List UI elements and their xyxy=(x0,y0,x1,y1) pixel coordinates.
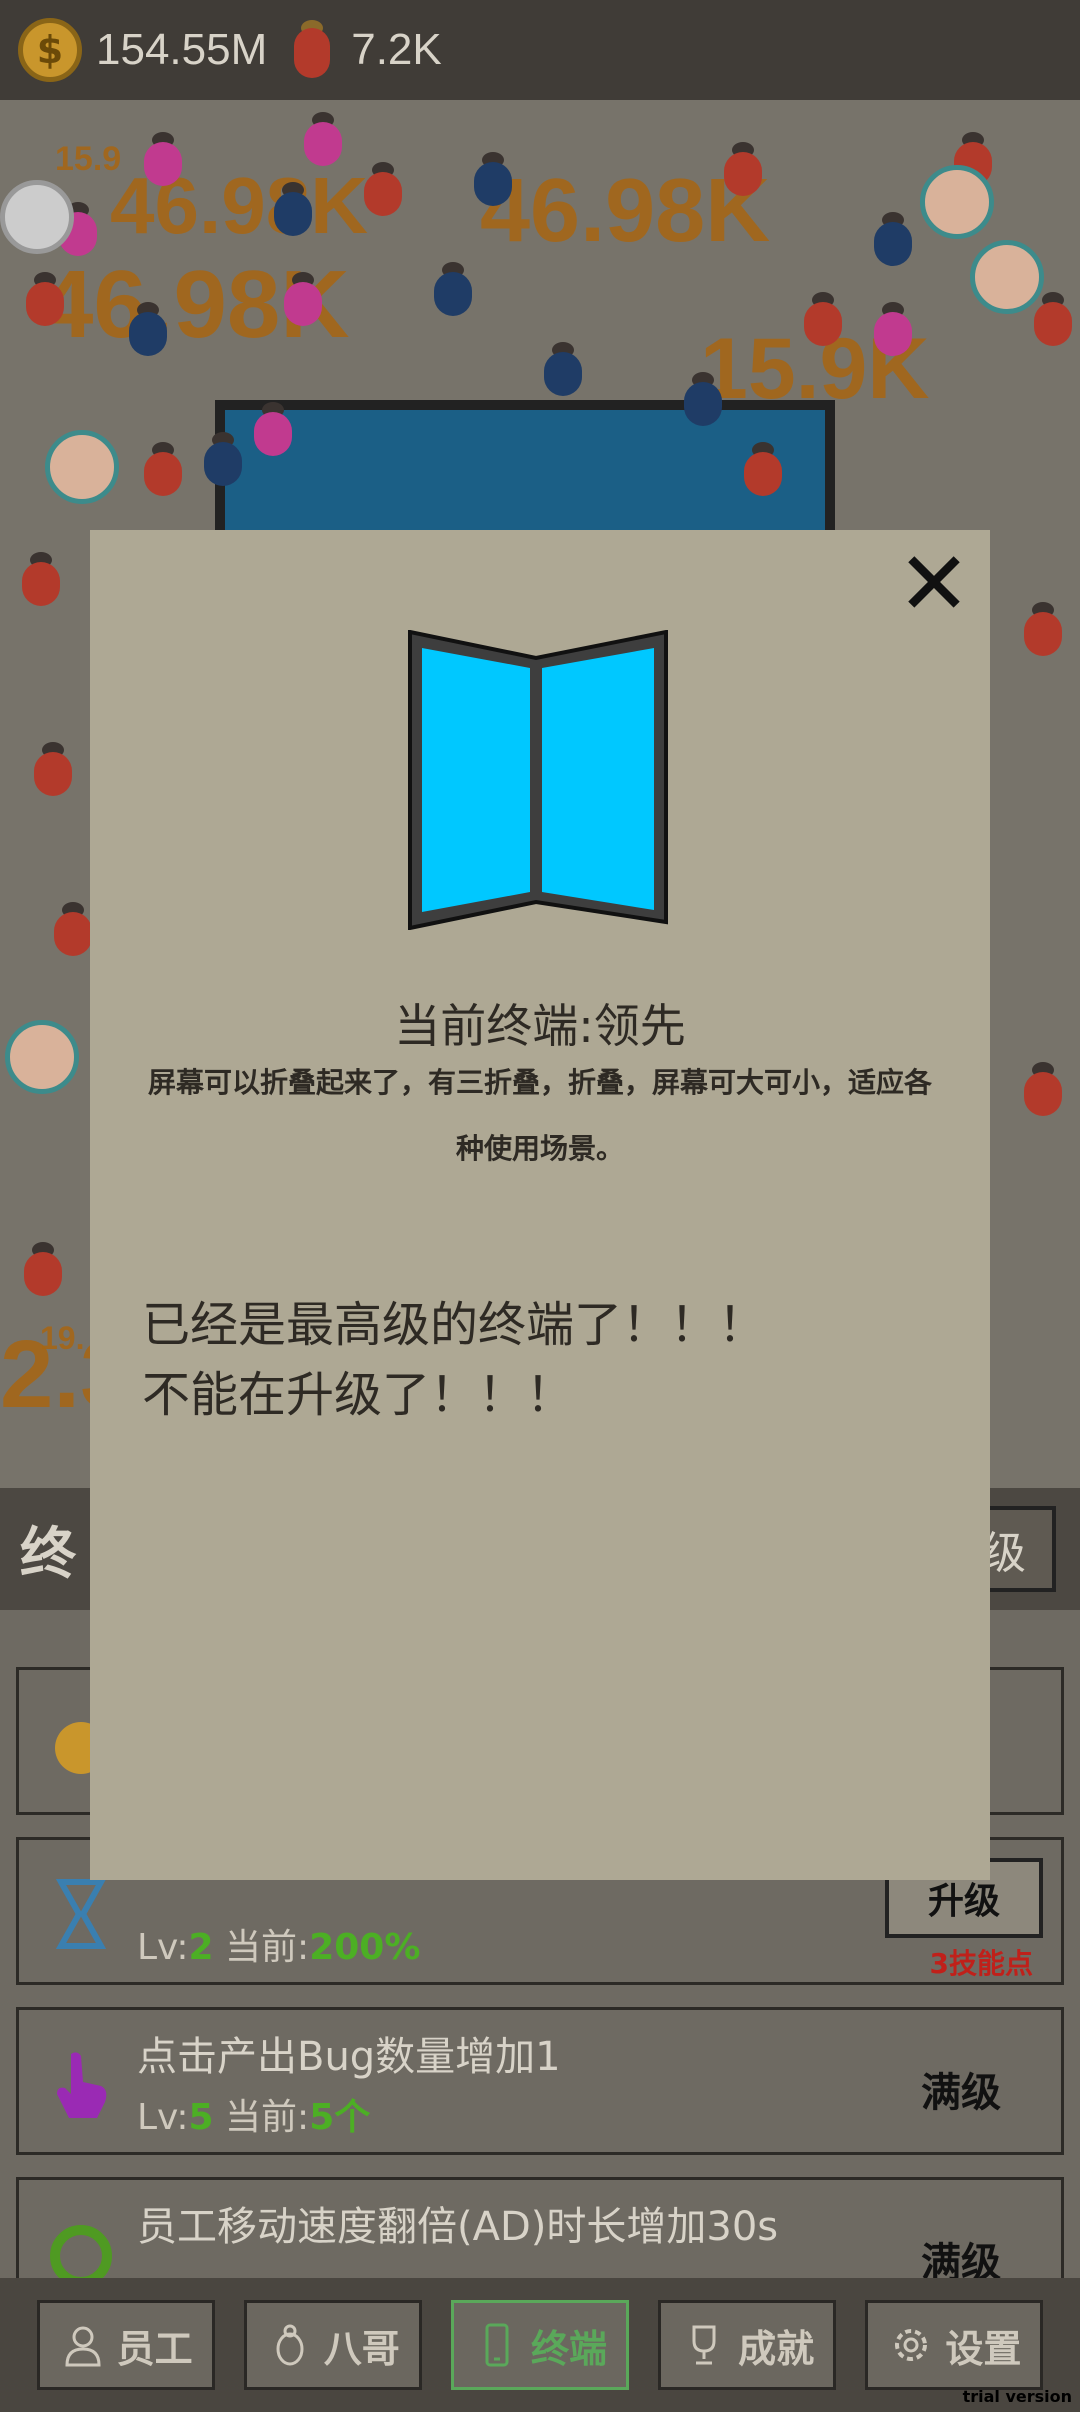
upgrade-row: 员工移动速度翻倍(AD)时长增加30s 满级 xyxy=(16,2177,1064,2278)
close-icon[interactable]: ✕ xyxy=(892,540,976,628)
bug-sprite[interactable] xyxy=(140,440,186,496)
bug-sprite[interactable] xyxy=(125,300,171,356)
bug-sprite[interactable] xyxy=(470,150,516,206)
upgrade-title: 员工移动速度翻倍(AD)时长增加30s xyxy=(137,2204,779,2250)
bug-sprite[interactable] xyxy=(540,340,586,396)
bug-icon xyxy=(287,18,337,82)
upgrade-title: 点击产出Bug数量增加1 xyxy=(137,2034,561,2080)
upgrade-level: Lv:2 当前:200% xyxy=(137,1927,421,1968)
employee-avatar[interactable] xyxy=(5,1020,79,1094)
max-level-label: 满级 xyxy=(921,2240,1001,2278)
top-status-bar: $ 154.55M 7.2K xyxy=(0,0,1080,100)
chat-bubble-icon[interactable] xyxy=(0,180,74,254)
bug-sprite[interactable] xyxy=(870,210,916,266)
nav-bugs[interactable]: 八哥 xyxy=(243,2300,422,2390)
floating-number: 19. xyxy=(40,1320,85,1356)
dialog-description: 屏幕可以折叠起来了，有三折叠，折叠，屏幕可大可小，适应各种使用场景。 xyxy=(147,1066,932,1165)
tap-hand-icon xyxy=(57,2052,107,2118)
refresh-icon xyxy=(50,2225,112,2278)
bug-sprite[interactable] xyxy=(30,740,76,796)
panel-title: 终 xyxy=(20,1521,76,1587)
bug-sprite[interactable] xyxy=(430,260,476,316)
bug-sprite[interactable] xyxy=(22,270,68,326)
upgrade-row: 点击产出Bug数量增加1 Lv:5 当前:5个 满级 xyxy=(16,2007,1064,2155)
bug-sprite[interactable] xyxy=(680,370,726,426)
hourglass-icon xyxy=(55,1879,107,1949)
skill-point-cost: 3技能点 xyxy=(929,1947,1033,1980)
person-icon xyxy=(65,2326,101,2367)
nav-label: 八哥 xyxy=(323,2326,400,2371)
phone-icon xyxy=(485,2323,509,2367)
bug-sprite[interactable] xyxy=(300,110,346,166)
bug-sprite[interactable] xyxy=(20,1240,66,1296)
nav-achievements[interactable]: 成就 xyxy=(658,2300,837,2390)
trophy-icon xyxy=(692,2325,716,2365)
terminal-info-dialog: ✕ 当前终端:领先 屏幕可以折叠起来了，有三折叠，折叠，屏幕可大可小，适应各种使… xyxy=(90,530,990,1880)
bug-sprite[interactable] xyxy=(870,300,916,356)
nav-settings[interactable]: 设置 xyxy=(865,2300,1044,2390)
max-level-label: 满级 xyxy=(921,2070,1001,2116)
bug-sprite[interactable] xyxy=(280,270,326,326)
bug-icon xyxy=(276,2324,304,2366)
nav-label: 设置 xyxy=(945,2326,1022,2371)
nav-label: 员工 xyxy=(116,2326,193,2371)
max-level-message: 已经是最高级的终端了！！！ xyxy=(142,1297,767,1353)
gear-icon xyxy=(895,2329,928,2361)
nav-terminal[interactable]: 终端 xyxy=(450,2300,629,2390)
bug-sprite[interactable] xyxy=(200,430,246,486)
nav-employees[interactable]: 员工 xyxy=(36,2300,215,2390)
bug-sprite[interactable] xyxy=(270,180,316,236)
nav-label: 终端 xyxy=(530,2326,607,2371)
employee-avatar[interactable] xyxy=(920,165,994,239)
bug-sprite[interactable] xyxy=(740,440,786,496)
dialog-title: 当前终端:领先 xyxy=(394,999,686,1053)
bug-sprite[interactable] xyxy=(1020,600,1066,656)
trial-watermark: trial version xyxy=(962,2387,1072,2406)
bottom-navigation: 员工 八哥 终端 成就 设置 xyxy=(0,2278,1080,2412)
foldable-screen-icon xyxy=(408,630,668,930)
coin-count: 154.55M xyxy=(96,25,268,74)
upgrade-level: Lv:5 当前:5个 xyxy=(137,2097,371,2138)
employee-avatar[interactable] xyxy=(45,430,119,504)
bug-sprite[interactable] xyxy=(360,160,406,216)
coin-icon: $ xyxy=(18,18,82,82)
nav-label: 成就 xyxy=(738,2326,815,2371)
employee-avatar[interactable] xyxy=(970,240,1044,314)
bug-sprite[interactable] xyxy=(1020,1060,1066,1116)
bug-sprite[interactable] xyxy=(250,400,296,456)
bug-sprite[interactable] xyxy=(720,140,766,196)
cannot-upgrade-message: 不能在升级了！！！ xyxy=(142,1367,575,1423)
bug-sprite[interactable] xyxy=(140,130,186,186)
bug-count: 7.2K xyxy=(351,25,442,74)
dialog-message: 已经是最高级的终端了！！！ 不能在升级了！！！ xyxy=(142,1290,942,1430)
bug-sprite[interactable] xyxy=(800,290,846,346)
bug-sprite[interactable] xyxy=(18,550,64,606)
